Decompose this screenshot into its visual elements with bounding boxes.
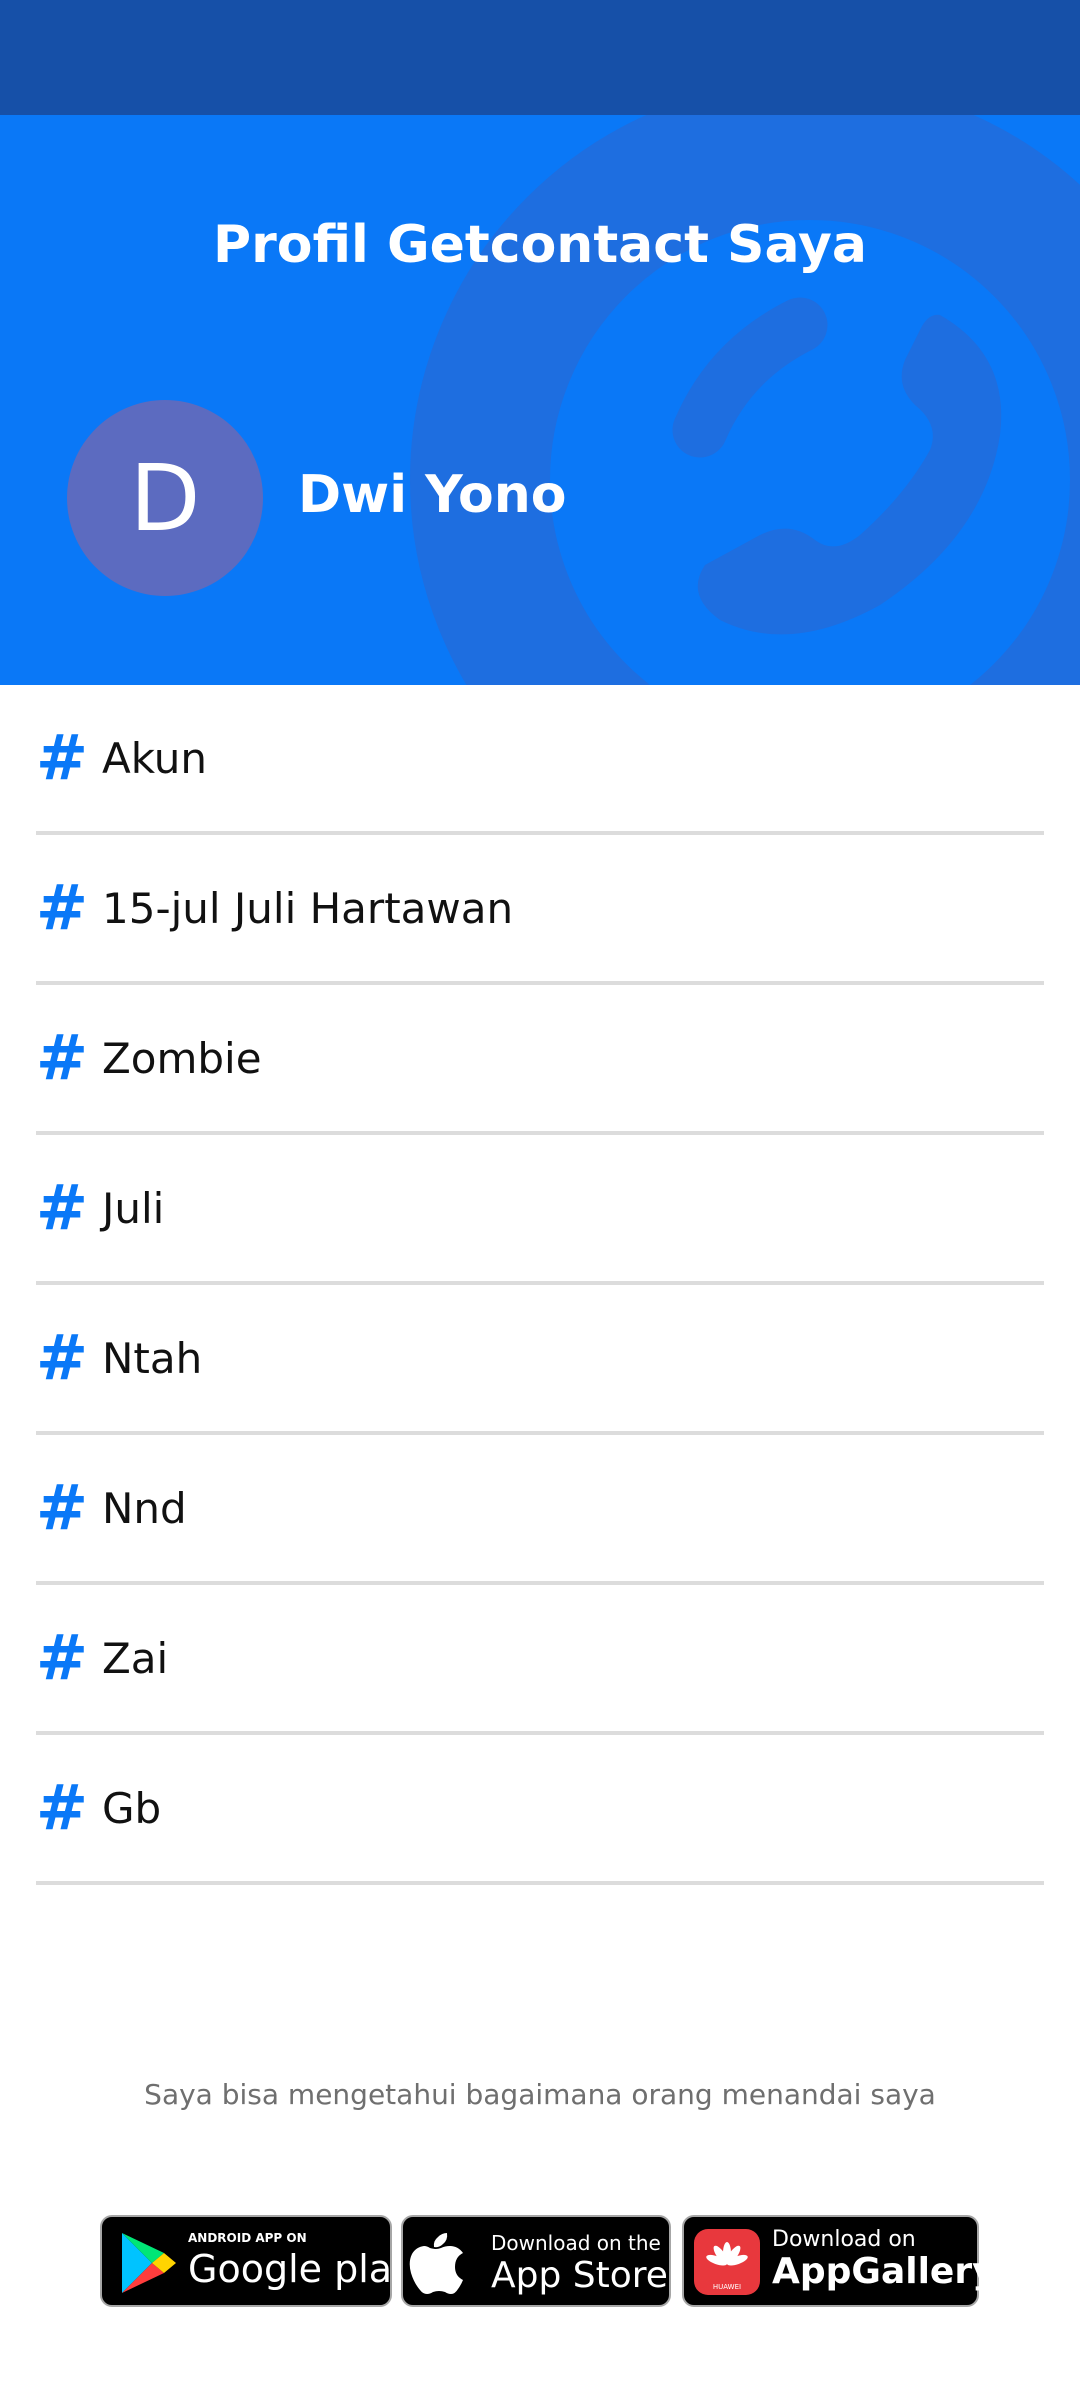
page-title: Profil Getcontact Saya	[213, 215, 867, 275]
hashtag-icon: #	[36, 1321, 88, 1394]
tag-label: Zombie	[102, 1033, 262, 1083]
appgallery-button[interactable]: HUAWEI Download on AppGallery	[682, 2215, 996, 2307]
google-play-button[interactable]: ANDROID APP ON Google play	[100, 2215, 415, 2307]
tag-item[interactable]: # Zai	[36, 1585, 1044, 1735]
tag-item[interactable]: # Juli	[36, 1135, 1044, 1285]
hashtag-icon: #	[36, 871, 88, 944]
app-store-button[interactable]: Download on the App Store	[401, 2215, 671, 2307]
tag-label: Nnd	[102, 1483, 187, 1533]
footer-text: Saya bisa mengetahui bagaimana orang men…	[144, 2078, 936, 2111]
appgallery-big-text: AppGallery	[772, 2251, 996, 2292]
tag-item[interactable]: # Zombie	[36, 985, 1044, 1135]
tag-item[interactable]: # 15-jul Juli Hartawan	[36, 835, 1044, 985]
hashtag-icon: #	[36, 1771, 88, 1844]
hashtag-icon: #	[36, 1471, 88, 1544]
hashtag-icon: #	[36, 1621, 88, 1694]
google-play-big-text: Google play	[188, 2247, 415, 2291]
hashtag-icon: #	[36, 721, 88, 794]
tag-label: Akun	[102, 733, 207, 783]
avatar: D	[67, 400, 263, 596]
tag-label: 15-jul Juli Hartawan	[102, 883, 514, 933]
tag-label: Zai	[102, 1633, 169, 1683]
tag-item[interactable]: # Ntah	[36, 1285, 1044, 1435]
tag-item[interactable]: # Akun	[36, 685, 1044, 835]
tag-label: Gb	[102, 1783, 162, 1833]
huawei-icon: HUAWEI	[694, 2229, 760, 2295]
tag-list: # Akun # 15-jul Juli Hartawan # Zombie #…	[36, 685, 1044, 1885]
google-play-small-text: ANDROID APP ON	[188, 2231, 307, 2245]
huawei-logo-text: HUAWEI	[713, 2283, 741, 2291]
app-store-small-text: Download on the	[491, 2231, 661, 2255]
app-store-big-text: App Store	[491, 2255, 668, 2296]
store-badges: ANDROID APP ON Google play Download on t…	[0, 2215, 1080, 2307]
hashtag-icon: #	[36, 1171, 88, 1244]
tag-item[interactable]: # Nnd	[36, 1435, 1044, 1585]
user-name: Dwi Yono	[298, 465, 567, 525]
google-play-icon	[122, 2233, 176, 2293]
status-bar	[0, 0, 1080, 115]
tag-item[interactable]: # Gb	[36, 1735, 1044, 1885]
apple-icon	[409, 2233, 463, 2294]
tag-label: Ntah	[102, 1333, 203, 1383]
hashtag-icon: #	[36, 1021, 88, 1094]
tag-label: Juli	[102, 1183, 165, 1233]
profile-header: Profil Getcontact Saya D Dwi Yono	[0, 115, 1080, 685]
appgallery-small-text: Download on	[772, 2227, 916, 2252]
